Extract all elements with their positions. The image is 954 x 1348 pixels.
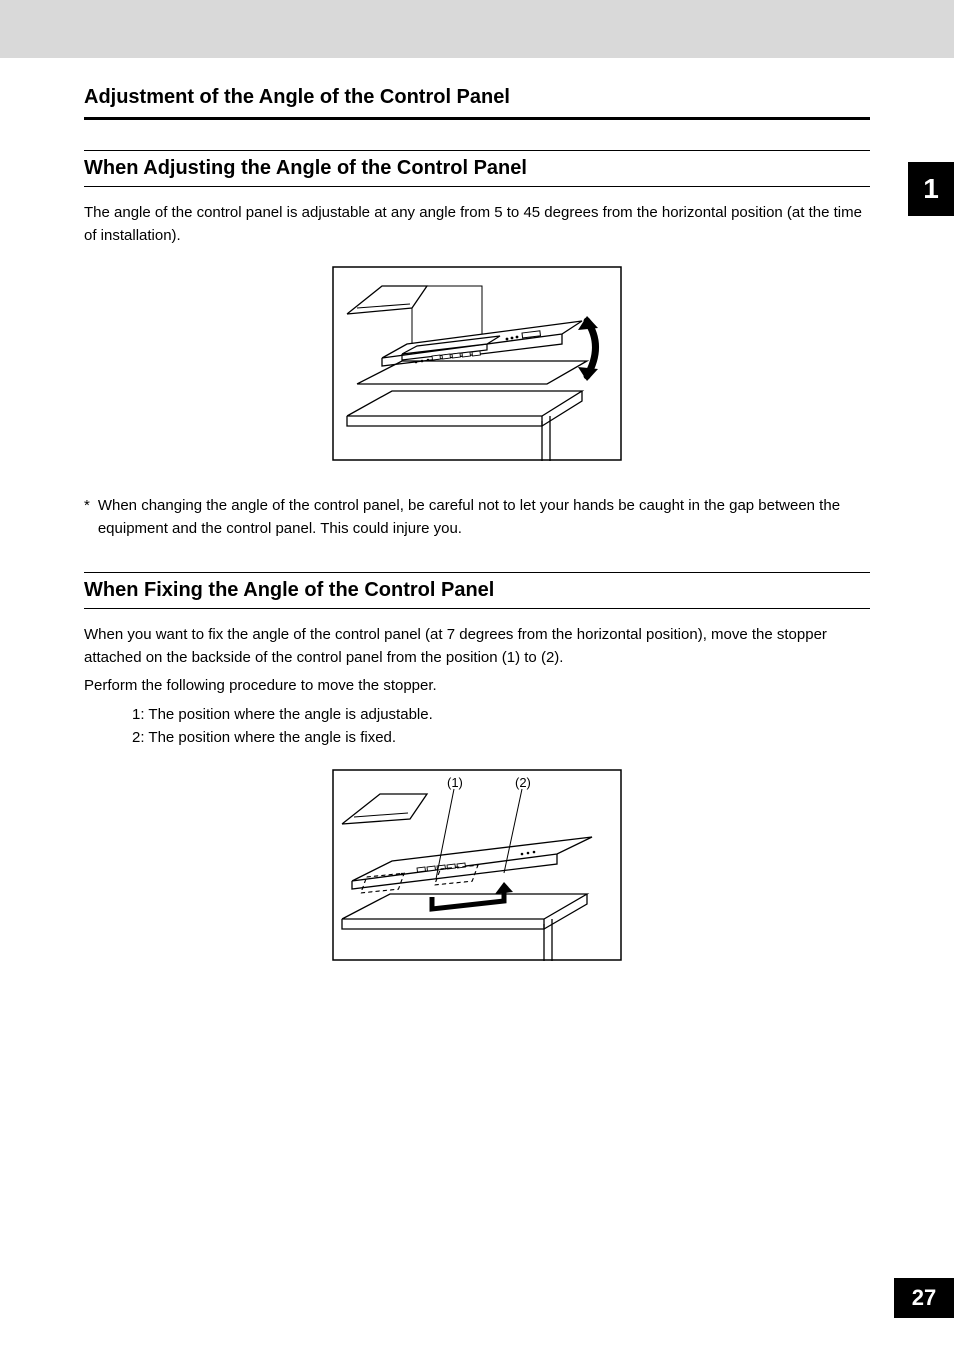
callout-label-1: (1) (447, 775, 463, 790)
main-heading-rule (84, 117, 870, 120)
position-list-item-2: 2: The position where the angle is fixed… (132, 726, 870, 749)
section2-body-p1: When you want to fix the angle of the co… (84, 623, 870, 670)
figure-adjusting-angle (84, 266, 870, 466)
section-heading-fixing: When Fixing the Angle of the Control Pan… (84, 572, 870, 609)
caution-block: * When changing the angle of the control… (84, 494, 870, 541)
chapter-tab: 1 (908, 162, 954, 216)
illustration-panel-angle-icon (332, 266, 622, 461)
position-list: 1: The position where the angle is adjus… (84, 703, 870, 750)
page-content: Adjustment of the Angle of the Control P… (0, 58, 954, 966)
figure-fixing-angle: (1) (2) (84, 769, 870, 966)
section1-body: The angle of the control panel is adjust… (84, 201, 870, 248)
illustration-stopper-position-icon: (1) (2) (332, 769, 622, 961)
section-heading-adjusting: When Adjusting the Angle of the Control … (84, 150, 870, 187)
callout-label-2: (2) (515, 775, 531, 790)
main-heading: Adjustment of the Angle of the Control P… (84, 86, 870, 109)
section2-body-p2: Perform the following procedure to move … (84, 674, 870, 697)
page-header-bar (0, 0, 954, 58)
caution-marker: * (84, 494, 90, 541)
caution-text: When changing the angle of the control p… (98, 494, 870, 541)
page-number-tab: 27 (894, 1278, 954, 1318)
position-list-item-1: 1: The position where the angle is adjus… (132, 703, 870, 726)
